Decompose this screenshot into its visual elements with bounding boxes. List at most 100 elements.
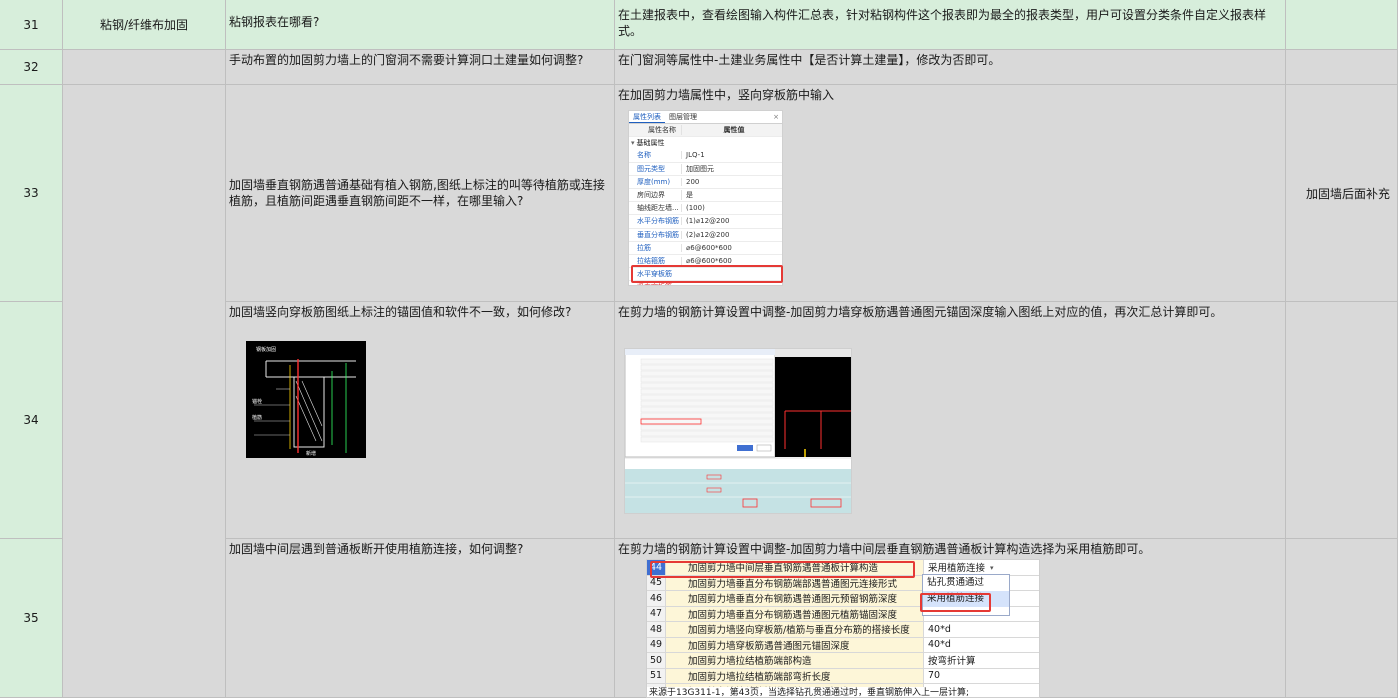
question-cell[interactable]: 加固墙垂直钢筋遇普通基础有植入钢筋,图纸上标注的叫等待植筋或连接植筋，且植筋间距…: [226, 85, 615, 302]
question-text: 加固墙竖向穿板筋图纸上标注的锚固值和软件不一致，如何修改?: [229, 305, 572, 319]
setting-row-number: 51: [647, 668, 666, 683]
remark-cell[interactable]: [1286, 539, 1398, 698]
cad-label: 锚栓: [252, 398, 262, 405]
property-name: 图元类型: [637, 164, 665, 173]
property-name: 垂直分布钢筋: [637, 230, 679, 239]
row-number-35[interactable]: 35: [0, 539, 63, 698]
row-number: 32: [23, 60, 39, 74]
highlight-box: [631, 265, 783, 283]
property-value[interactable]: (2)⌀12@200: [681, 230, 782, 239]
setting-row[interactable]: 50 加固剪力墙拉结植筋端部构造 按弯折计算: [647, 653, 1039, 669]
setting-value[interactable]: 70: [924, 669, 1039, 684]
setting-description: 加固剪力墙垂直分布钢筋遇普通图元植筋锚固深度: [666, 606, 924, 621]
property-row[interactable]: 图元类型 加固图元: [629, 163, 782, 176]
setting-description: 加固剪力墙垂直分布钢筋遇普通图元预留钢筋深度: [666, 591, 924, 606]
property-value[interactable]: ⌀6@600*600: [681, 256, 782, 265]
property-row[interactable]: 名称 JLQ-1: [629, 149, 782, 163]
setting-row-number: 47: [647, 606, 666, 621]
question-cell[interactable]: 加固墙中间层遇到普通板断开使用植筋连接，如何调整?: [226, 539, 615, 698]
property-value[interactable]: JLQ-1: [681, 151, 782, 160]
setting-row-number: 46: [647, 591, 666, 606]
row-number-33[interactable]: 33: [0, 85, 63, 302]
property-name: 拉筋: [637, 243, 651, 252]
answer-text: 在门窗洞等属性中-土建业务属性中【是否计算土建量】，修改为否即可。: [618, 53, 1001, 67]
category-cell-merged[interactable]: [63, 85, 226, 698]
row-number: 33: [23, 186, 39, 200]
setting-value[interactable]: 40*d: [924, 638, 1039, 653]
question-cell[interactable]: 粘钢报表在哪看?: [226, 0, 615, 50]
spreadsheet: 31 粘钢/纤维布加固 粘钢报表在哪看? 在土建报表中，查看绘图输入构件汇总表，…: [0, 0, 1398, 698]
setting-row[interactable]: 48 加固剪力墙竖向穿板筋/植筋与垂直分布筋的搭接长度 40*d: [647, 622, 1039, 638]
tab-property-list: 属性列表: [629, 112, 665, 123]
answer-text: 在剪力墙的钢筋计算设置中调整-加固剪力墙中间层垂直钢筋遇普通板计算构造选择为采用…: [618, 542, 1151, 556]
highlight-box: [650, 561, 915, 578]
category-cell[interactable]: 粘钢/纤维布加固: [63, 0, 226, 50]
group-label: 基础属性: [636, 139, 665, 148]
setting-description: 加固剪力墙竖向穿板筋/植筋与垂直分布筋的搭接长度: [666, 622, 924, 637]
setting-row-number: 49: [647, 637, 666, 652]
setting-row-number: 48: [647, 622, 666, 637]
property-name: 名称: [637, 151, 651, 160]
remark-cell[interactable]: [1286, 302, 1398, 539]
property-value[interactable]: 是: [681, 190, 782, 201]
property-panel-image: 属性列表 图层管理 × 属性名称 属性值 ▾ 基础属性 名称 JLQ-1 图元类型 加…: [628, 110, 783, 286]
property-name: 厚度(mm): [637, 177, 671, 186]
property-value[interactable]: 加固图元: [681, 163, 782, 174]
setting-row-number: 50: [647, 653, 666, 668]
property-row[interactable]: 轴线距左墙... (100): [629, 202, 782, 216]
software-screenshot: [624, 348, 852, 514]
tab-layer-management: 图层管理: [669, 113, 697, 121]
answer-cell[interactable]: 在门窗洞等属性中-土建业务属性中【是否计算土建量】，修改为否即可。: [615, 50, 1286, 85]
setting-value[interactable]: 40*d: [924, 622, 1039, 637]
row-number: 35: [23, 611, 39, 625]
row-number: 34: [23, 413, 39, 427]
header-value: 属性值: [681, 125, 782, 136]
cad-label: 钢板加固: [256, 346, 276, 353]
dropdown-option[interactable]: 钻孔贯通通过: [923, 575, 1009, 591]
row-number-32[interactable]: 32: [0, 50, 63, 85]
property-name: 房间边界: [637, 191, 665, 200]
property-row[interactable]: 水平分布钢筋 (1)⌀12@200: [629, 215, 782, 229]
remark-text: 加固墙后面补充: [1306, 186, 1391, 201]
property-value[interactable]: (100): [681, 204, 782, 213]
cad-label: 植筋: [252, 414, 262, 421]
answer-cell[interactable]: 在土建报表中，查看绘图输入构件汇总表，针对粘钢构件这个报表即为最全的报表类型，用…: [615, 0, 1286, 50]
setting-description: 加固剪力墙拉结植筋端部弯折长度: [666, 668, 924, 683]
property-row[interactable]: 厚度(mm) 200: [629, 176, 782, 189]
property-name: 轴线距左墙...: [637, 204, 679, 213]
cad-label: 新增: [306, 450, 316, 457]
property-row[interactable]: 拉筋 ⌀6@600*600: [629, 242, 782, 255]
remark-cell[interactable]: [1286, 50, 1398, 85]
remark-cell[interactable]: 加固墙后面补充: [1286, 85, 1398, 302]
property-name: 水平分布钢筋: [637, 217, 679, 226]
chevron-down-icon[interactable]: ▾: [990, 564, 1000, 576]
header-name: 属性名称: [648, 126, 676, 135]
setting-value[interactable]: 采用植筋连接: [924, 560, 1039, 575]
answer-text: 在土建报表中，查看绘图输入构件汇总表，针对粘钢构件这个报表即为最全的报表类型，用…: [618, 8, 1267, 38]
answer-text: 在剪力墙的钢筋计算设置中调整-加固剪力墙穿板筋遇普通图元锚固深度输入图纸上对应的…: [618, 305, 1223, 319]
property-row[interactable]: 垂直分布钢筋 (2)⌀12@200: [629, 229, 782, 242]
remark-cell[interactable]: [1286, 0, 1398, 50]
property-header: 属性名称 属性值: [629, 124, 782, 138]
highlight-box: [920, 593, 991, 612]
property-value[interactable]: ⌀6@600*600: [681, 243, 782, 252]
property-row[interactable]: 房间边界 是: [629, 189, 782, 203]
question-cell[interactable]: 手动布置的加固剪力墙上的门窗洞不需要计算洞口土建量如何调整?: [226, 50, 615, 85]
question-text: 手动布置的加固剪力墙上的门窗洞不需要计算洞口土建量如何调整?: [229, 53, 584, 67]
row-number-31[interactable]: 31: [0, 0, 63, 50]
answer-text: 在加固剪力墙属性中，竖向穿板筋中输入: [618, 88, 835, 102]
setting-footer: 来源于13G311-1，第43页，当选择钻孔贯通通过时，垂直钢筋伸入上一层计算;: [647, 687, 1039, 697]
property-value[interactable]: 200: [681, 177, 782, 186]
category-cell[interactable]: [63, 50, 226, 85]
setting-description: 加固剪力墙穿板筋遇普通图元锚固深度: [666, 637, 924, 652]
row-number: 31: [23, 17, 39, 32]
setting-value[interactable]: 按弯折计算: [924, 653, 1039, 668]
row-number-34[interactable]: 34: [0, 302, 63, 539]
cad-drawing-image: 钢板加固 锚栓 植筋 新增: [246, 341, 366, 458]
software-screenshot-drawing: [625, 349, 851, 513]
setting-row[interactable]: 49 加固剪力墙穿板筋遇普通图元锚固深度 40*d: [647, 637, 1039, 653]
setting-description: 加固剪力墙拉结植筋端部构造: [666, 653, 924, 668]
setting-row[interactable]: 51 加固剪力墙拉结植筋端部弯折长度 70: [647, 668, 1039, 684]
property-group: ▾ 基础属性: [629, 137, 782, 149]
property-value[interactable]: (1)⌀12@200: [681, 217, 782, 226]
